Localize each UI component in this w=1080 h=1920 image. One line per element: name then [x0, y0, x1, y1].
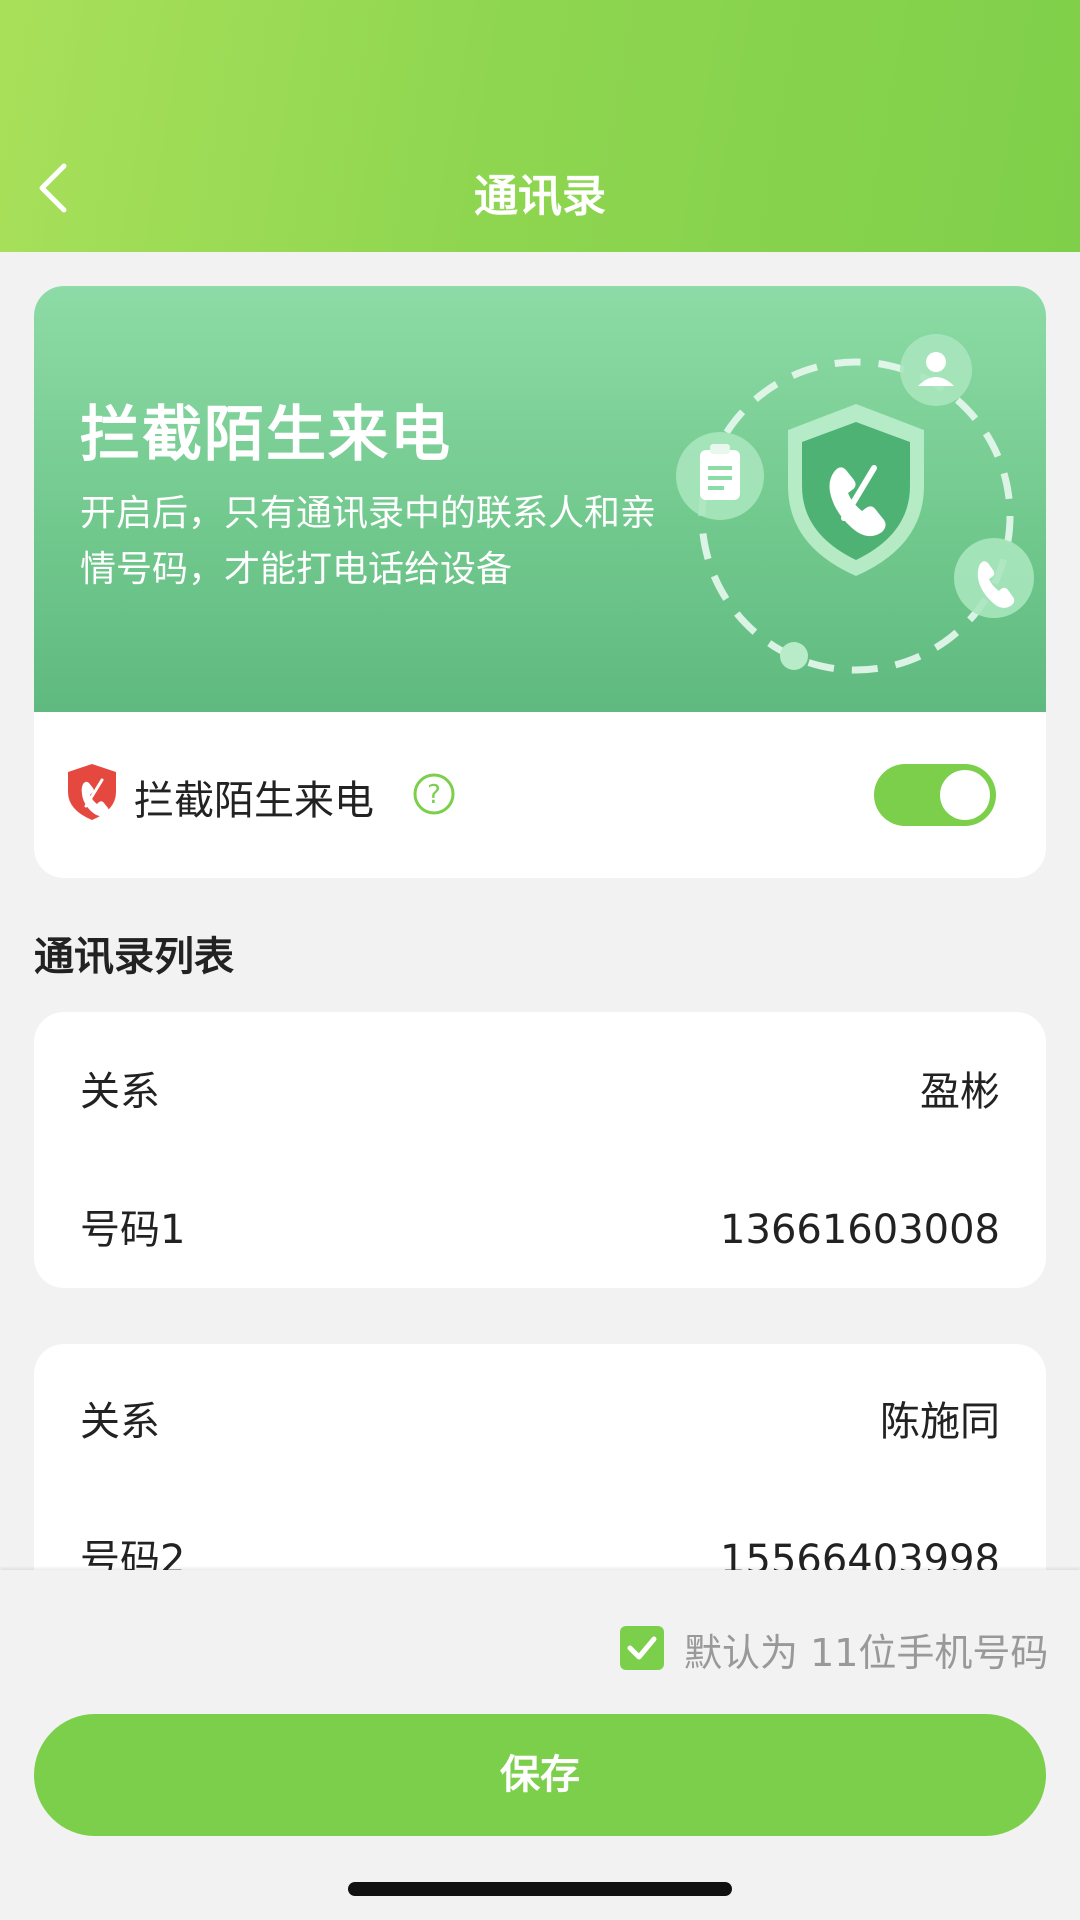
- number-value: 15566403998: [720, 1537, 1000, 1570]
- block-calls-switch[interactable]: [874, 764, 996, 826]
- number-label: 号码1: [80, 1207, 186, 1253]
- banner-description: 开启后，只有通讯录中的联系人和亲情号码，才能打电话给设备: [80, 493, 657, 590]
- phone-shield-illustration: [676, 334, 1034, 674]
- number-value: 13661603008: [720, 1207, 1000, 1253]
- shield-block-icon: [68, 764, 116, 820]
- default-mobile-label[interactable]: 默认为 11位手机号码: [684, 1622, 1048, 1677]
- default-mobile-checkbox[interactable]: [620, 1626, 664, 1670]
- block-calls-banner: 拦截陌生来电 开启后，只有通讯录中的联系人和亲情号码，才能打电话给设备: [34, 286, 1046, 712]
- phone-shield-icon: [788, 404, 924, 576]
- user-icon: [900, 334, 972, 406]
- relation-row[interactable]: 关系 盈彬: [34, 1062, 1046, 1122]
- block-calls-label: 拦截陌生来电: [134, 778, 374, 824]
- bottom-action-bar: 默认为 11位手机号码 保存: [0, 1570, 1080, 1920]
- svg-text:?: ?: [427, 780, 441, 810]
- checkmark-icon: [627, 1636, 657, 1660]
- clipboard-icon: [676, 432, 764, 520]
- top-nav-bar: 通讯录: [0, 0, 1080, 252]
- contact-card: 关系 陈施同 号码2 15566403998: [34, 1344, 1046, 1570]
- number-row[interactable]: 号码2 15566403998: [34, 1530, 1046, 1570]
- block-calls-card: 拦截陌生来电 开启后，只有通讯录中的联系人和亲情号码，才能打电话给设备 拦截陌生…: [34, 286, 1046, 878]
- contact-card: 关系 盈彬 号码1 13661603008: [34, 1012, 1046, 1288]
- relation-label: 关系: [80, 1069, 160, 1115]
- home-indicator: [348, 1882, 732, 1896]
- phone-icon: [954, 538, 1034, 618]
- switch-knob: [940, 770, 990, 820]
- relation-row[interactable]: 关系 陈施同: [34, 1392, 1046, 1452]
- relation-value: 陈施同: [880, 1399, 1000, 1445]
- question-circle-icon[interactable]: ?: [412, 772, 456, 816]
- banner-title: 拦截陌生来电: [80, 400, 452, 470]
- contacts-section-title: 通讯录列表: [34, 934, 234, 980]
- relation-label: 关系: [80, 1399, 160, 1445]
- block-calls-row: 拦截陌生来电 ?: [34, 712, 1046, 878]
- save-button[interactable]: 保存: [34, 1714, 1046, 1836]
- number-row[interactable]: 号码1 13661603008: [34, 1200, 1046, 1260]
- page-title: 通讯录: [474, 171, 606, 222]
- number-label: 号码2: [80, 1537, 186, 1570]
- relation-value: 盈彬: [920, 1069, 1000, 1115]
